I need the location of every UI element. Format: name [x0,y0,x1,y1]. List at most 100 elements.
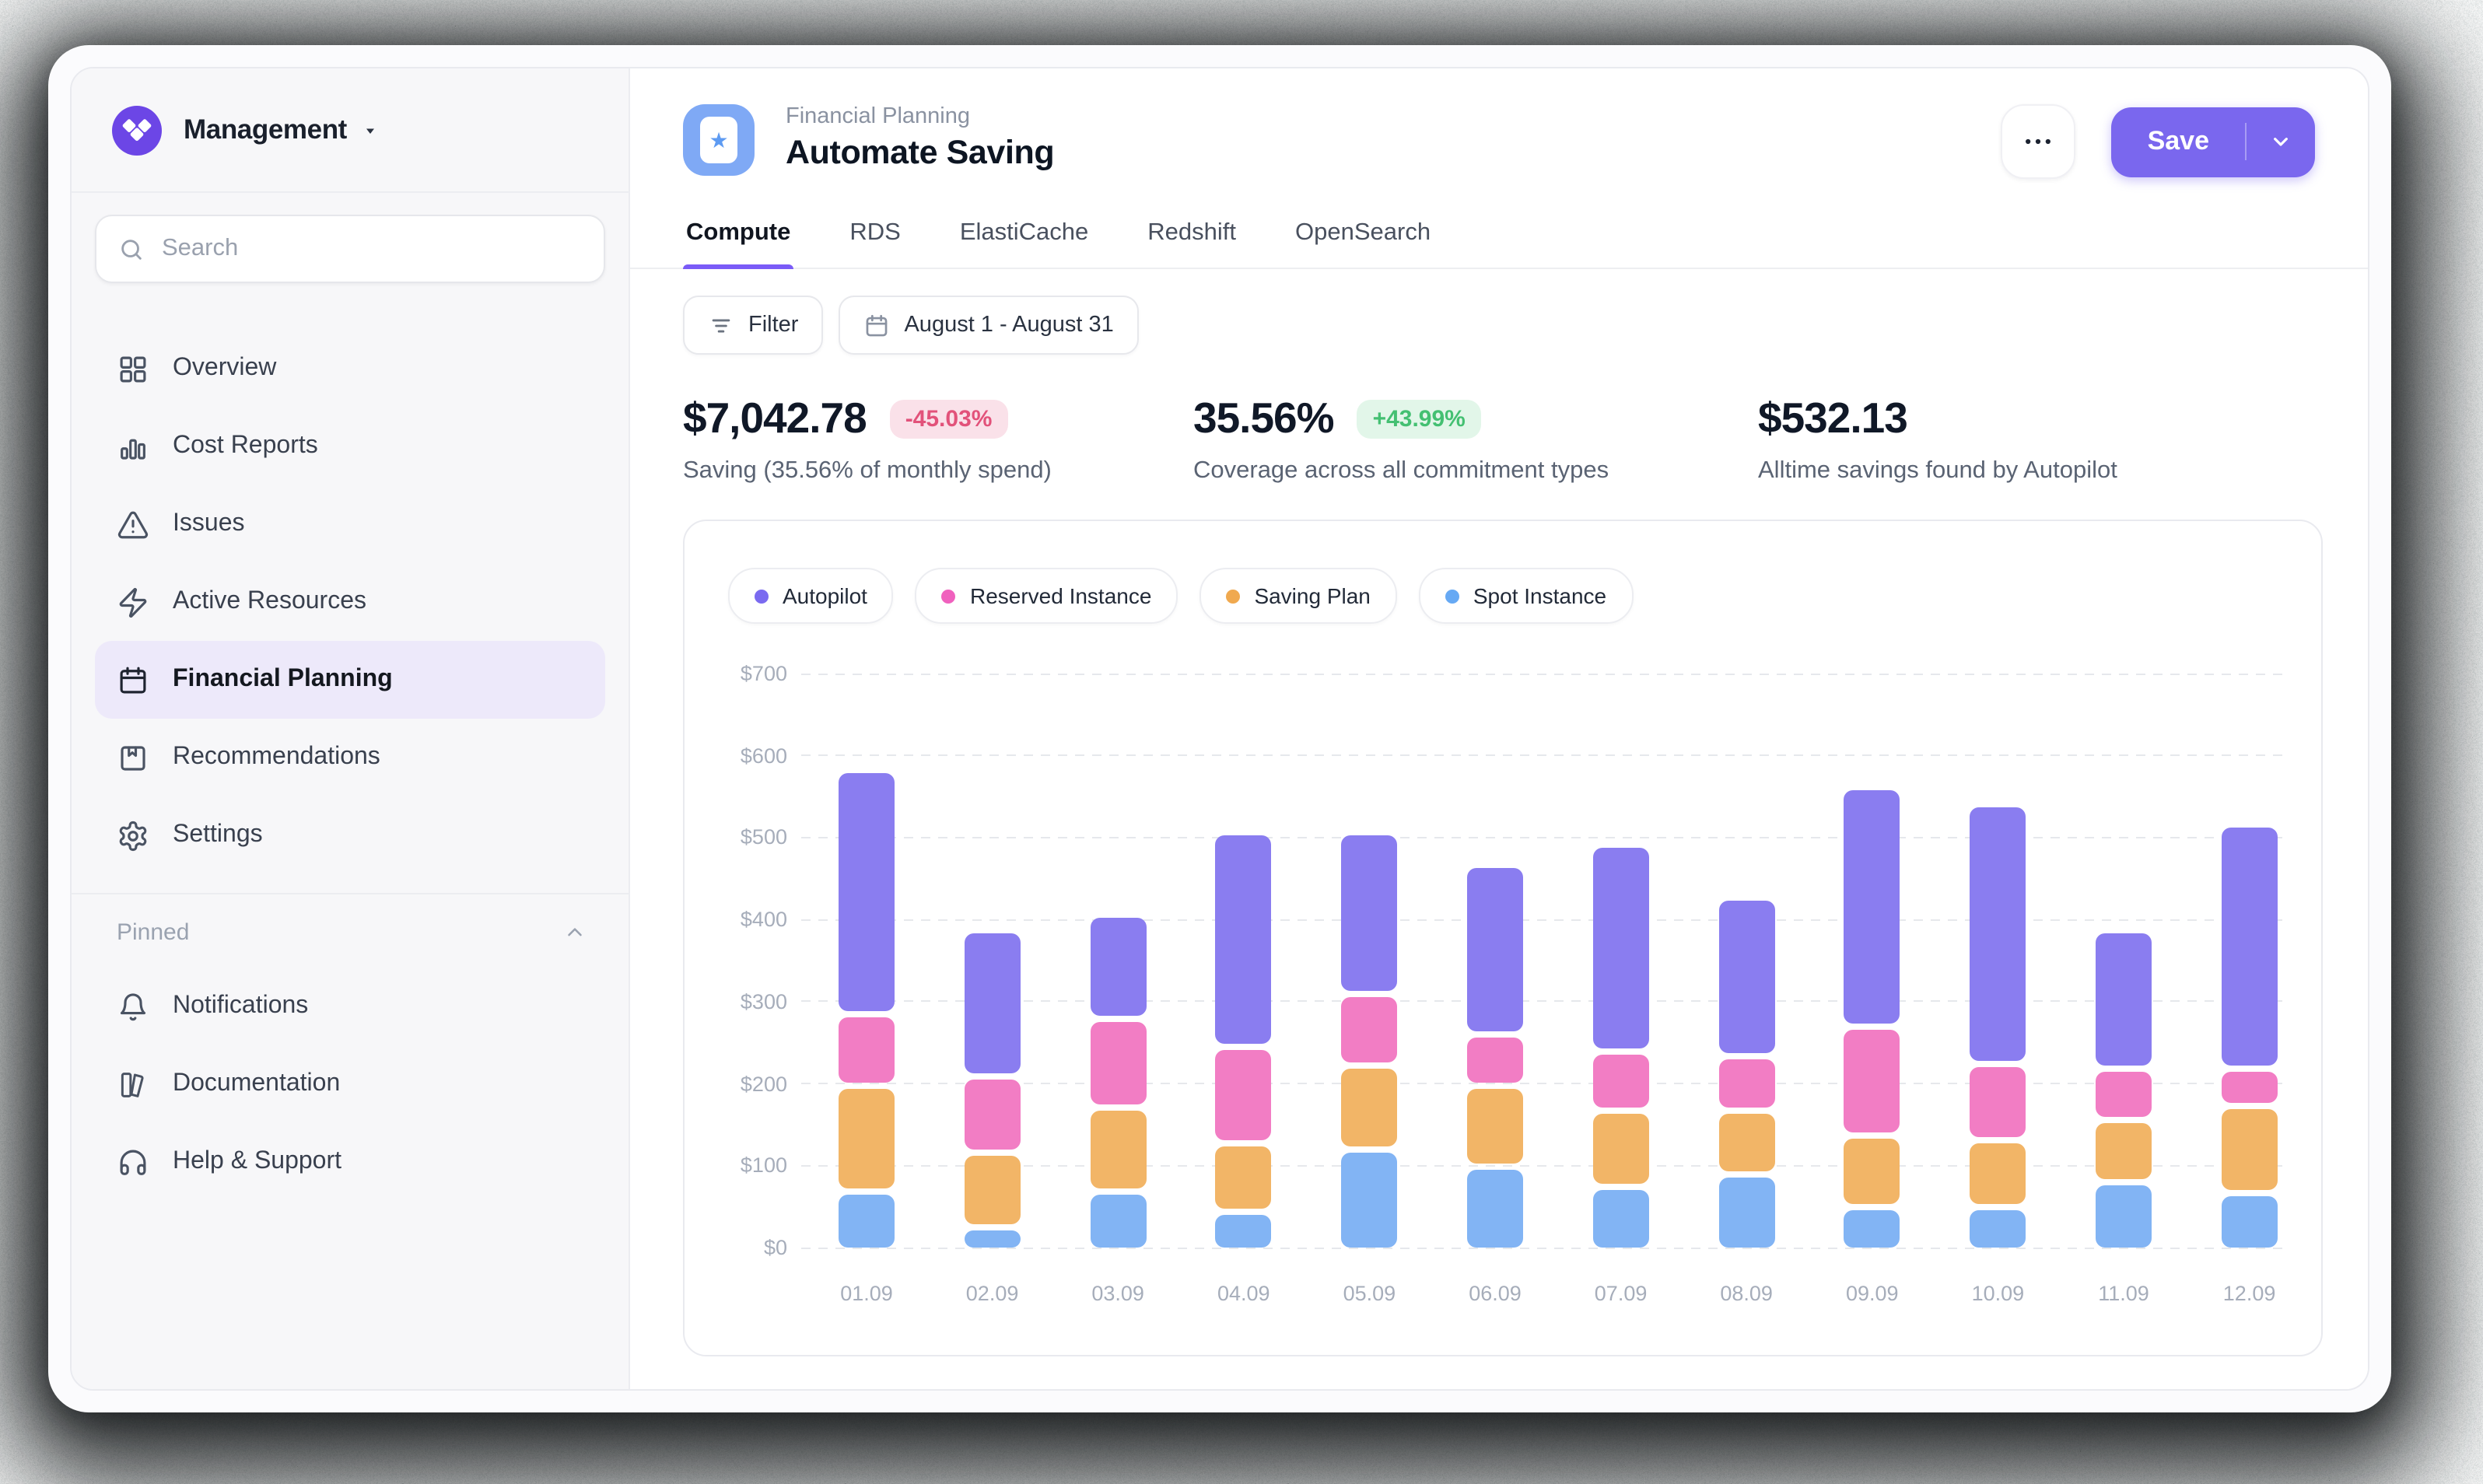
sidebar-item-overview[interactable]: Overview [95,330,605,408]
app-panel: Management Search [70,67,2369,1391]
bar-segment [1341,1069,1397,1147]
chart-plot: $700$600$500$400$300$200$100$001.0902.09… [685,521,2321,1355]
x-axis-label: 11.09 [2061,1282,2186,1305]
bar-segment [1593,1190,1649,1248]
bar-segment [1090,1194,1146,1248]
page-header: ★ Financial Planning Automate Saving [630,68,2368,179]
bar-segment [1718,901,1774,1052]
pinned-section-header[interactable]: Pinned [72,894,629,946]
stat-label: Saving (35.56% of monthly spend) [683,457,1193,485]
sidebar-item-documentation[interactable]: Documentation [95,1045,605,1123]
overview-grid-icon [117,352,149,385]
tab-redshift[interactable]: Redshift [1144,204,1239,268]
bar-segment [1090,1022,1146,1104]
sidebar-item-issues[interactable]: Issues [95,485,605,563]
bar-segment [839,774,895,1012]
stat-label: Coverage across all commitment types [1193,457,1758,485]
sidebar-item-active-resources[interactable]: Active Resources [95,563,605,641]
sidebar-item-settings[interactable]: Settings [95,796,605,874]
bar-segment [1844,1139,1900,1204]
x-axis-label: 05.09 [1307,1282,1431,1305]
date-range-button[interactable]: August 1 - August 31 [839,296,1138,355]
bar-segment [1467,1170,1523,1248]
x-axis-label: 02.09 [930,1282,1055,1305]
workspace-switcher[interactable]: Management [72,68,629,193]
stats-row: $7,042.78 -45.03% Saving (35.56% of mont… [630,355,2368,485]
star-tile-inner: ★ [700,117,737,163]
gridline [801,1165,2284,1167]
save-dropdown-button[interactable] [2247,129,2315,154]
brand-logo-icon [112,105,162,155]
bar-segment [1844,1030,1900,1132]
sidebar-item-financial-planning[interactable]: Financial Planning [95,641,605,719]
sidebar-item-label: Cost Reports [173,432,318,460]
bar-segment [839,1090,895,1188]
x-axis-label: 01.09 [804,1282,929,1305]
bar-segment [2096,933,2152,1065]
sidebar-item-notifications[interactable]: Notifications [95,968,605,1045]
bar-segment [965,1155,1021,1225]
bar-segment [1844,1211,1900,1248]
bar-segment [1970,1211,2026,1248]
bar-segment [1341,835,1397,991]
tab-rds[interactable]: RDS [846,204,903,268]
sidebar-item-recommendations[interactable]: Recommendations [95,719,605,796]
x-axis-label: 12.09 [2187,1282,2312,1305]
filter-toolbar: Filter August 1 - August 31 [630,269,2368,355]
bar-chart-icon [117,430,149,463]
stat-badge: +43.99% [1357,399,1481,438]
bar-segment [1970,1067,2026,1137]
more-options-button[interactable] [2001,104,2076,179]
savings-chart-card: AutopilotReserved InstanceSaving PlanSpo… [683,520,2323,1356]
calendar-icon [863,312,890,338]
save-split-button[interactable]: Save [2112,107,2315,177]
tab-bar: Compute RDS ElastiCache Redshift OpenSea… [630,204,2368,269]
sidebar-item-cost-reports[interactable]: Cost Reports [95,408,605,485]
bar-segment [2222,1071,2278,1102]
stat-alltime-savings: $532.13 Alltime savings found by Autopil… [1758,394,2117,485]
calendar-icon [117,663,149,696]
gridline [801,837,2284,838]
stat-coverage: 35.56% +43.99% Coverage across all commi… [1193,394,1758,485]
gridline [801,1247,2284,1248]
bar-segment [1341,1153,1397,1248]
sidebar-nav: Overview Cost Reports Issues [72,283,629,874]
app-window: Management Search [48,45,2391,1412]
search-icon [118,236,145,262]
page-title: Automate Saving [786,134,1054,173]
bar-segment [839,1018,895,1083]
save-button[interactable]: Save [2112,126,2245,157]
bar-segment [1467,1090,1523,1164]
x-axis-label: 03.09 [1056,1282,1180,1305]
sidebar: Management Search [72,68,630,1389]
stat-value: 35.56% [1193,394,1334,443]
search-input[interactable]: Search [95,215,605,283]
stat-saving: $7,042.78 -45.03% Saving (35.56% of mont… [683,394,1193,485]
tab-compute[interactable]: Compute [683,204,793,268]
x-axis-label: 08.09 [1684,1282,1809,1305]
warning-triangle-icon [117,508,149,541]
y-axis-label: $200 [697,1072,787,1095]
bar-segment [2096,1186,2152,1248]
gear-icon [117,819,149,852]
bar-segment [1844,790,1900,1024]
tab-opensearch[interactable]: OpenSearch [1292,204,1434,268]
search-wrap: Search [72,193,629,283]
filter-button[interactable]: Filter [683,296,823,355]
y-axis-label: $500 [697,826,787,849]
screenshot-stage: Management Search [0,0,2483,1484]
sidebar-item-label: Overview [173,355,276,383]
stat-value: $532.13 [1758,394,1907,443]
chevron-down-icon [2268,129,2293,154]
sidebar-item-label: Settings [173,821,263,849]
header-actions: Save [2001,104,2315,179]
bar-segment [965,1231,1021,1248]
y-axis-label: $600 [697,744,787,767]
sidebar-item-help-support[interactable]: Help & Support [95,1123,605,1201]
tab-elasticache[interactable]: ElastiCache [957,204,1091,268]
gridline [801,673,2284,674]
stat-value: $7,042.78 [683,394,867,443]
main-content: ★ Financial Planning Automate Saving [630,68,2368,1389]
y-axis-label: $100 [697,1154,787,1178]
headphones-icon [117,1146,149,1178]
